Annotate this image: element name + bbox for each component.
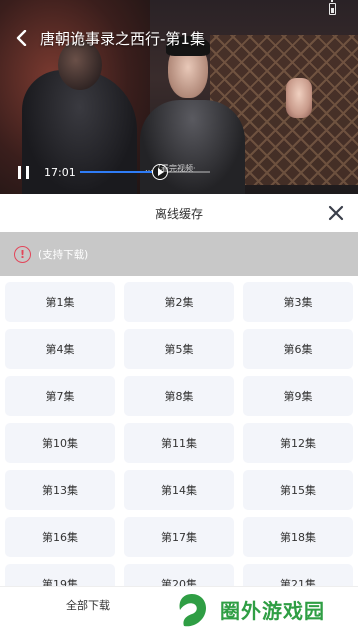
- pause-icon-bar-left: [17, 165, 21, 179]
- episode-item[interactable]: 第17集: [124, 517, 234, 557]
- watermark-logo-icon: [174, 591, 210, 628]
- episode-item[interactable]: 第1集: [5, 282, 115, 322]
- episode-item[interactable]: 第21集: [243, 564, 353, 586]
- episode-item[interactable]: 第18集: [243, 517, 353, 557]
- episode-item[interactable]: 第6集: [243, 329, 353, 369]
- episode-grid: 第1集 第2集 第3集 第4集 第5集 第6集 第7集 第8集 第9集 第10集 第11集 第12集第…: [5, 282, 353, 586]
- pause-icon-bar-right: [25, 165, 29, 179]
- episode-item[interactable]: 第2集: [124, 282, 234, 322]
- video-player[interactable]: 唐朝诡事录之西行-第1集 17:01 …（看完视频·: [0, 0, 358, 194]
- video-title: 唐朝诡事录之西行-第1集: [40, 29, 205, 48]
- download-all-button[interactable]: 全部下载: [66, 597, 110, 613]
- pause-button[interactable]: [12, 161, 34, 183]
- watermark-text: 圈外游戏园: [220, 599, 325, 623]
- offline-cache-header: 离线缓存: [0, 194, 358, 232]
- episode-item[interactable]: 第10集: [5, 423, 115, 463]
- episode-item[interactable]: 第15集: [243, 470, 353, 510]
- episode-item[interactable]: 第3集: [243, 282, 353, 322]
- episode-item[interactable]: 第9集: [243, 376, 353, 416]
- close-button[interactable]: [324, 201, 348, 225]
- episode-item[interactable]: 第12集: [243, 423, 353, 463]
- episode-item[interactable]: 第4集: [5, 329, 115, 369]
- episode-item[interactable]: 第16集: [5, 517, 115, 557]
- episode-item[interactable]: 第8集: [124, 376, 234, 416]
- warning-icon: !: [14, 245, 31, 263]
- battery-icon: [329, 0, 336, 15]
- close-icon: [328, 205, 344, 221]
- episode-item[interactable]: 第13集: [5, 470, 115, 510]
- video-caption: …（看完视频·: [145, 164, 196, 173]
- episode-item[interactable]: 第19集: [5, 564, 115, 586]
- notice-text: (支持下载): [38, 248, 89, 261]
- episode-item[interactable]: 第7集: [5, 376, 115, 416]
- sheet-title: 离线缓存: [154, 207, 203, 221]
- download-notice: ! (支持下载): [0, 232, 358, 276]
- video-scene-lantern: [286, 78, 312, 118]
- episode-item[interactable]: 第14集: [124, 470, 234, 510]
- progress-fill: [80, 171, 152, 173]
- watermark: 圈外游戏园: [172, 586, 358, 633]
- episode-item[interactable]: 第5集: [124, 329, 234, 369]
- chevron-left-icon: [16, 30, 27, 46]
- episode-item[interactable]: 第20集: [124, 564, 234, 586]
- page: 唐朝诡事录之西行-第1集 17:01 …（看完视频· 离线缓存 ! (支持下载): [0, 0, 358, 633]
- episode-item[interactable]: 第11集: [124, 423, 234, 463]
- back-button[interactable]: [4, 20, 40, 56]
- current-time: 17:01: [44, 165, 76, 179]
- video-top-bar: 唐朝诡事录之西行-第1集: [0, 20, 358, 56]
